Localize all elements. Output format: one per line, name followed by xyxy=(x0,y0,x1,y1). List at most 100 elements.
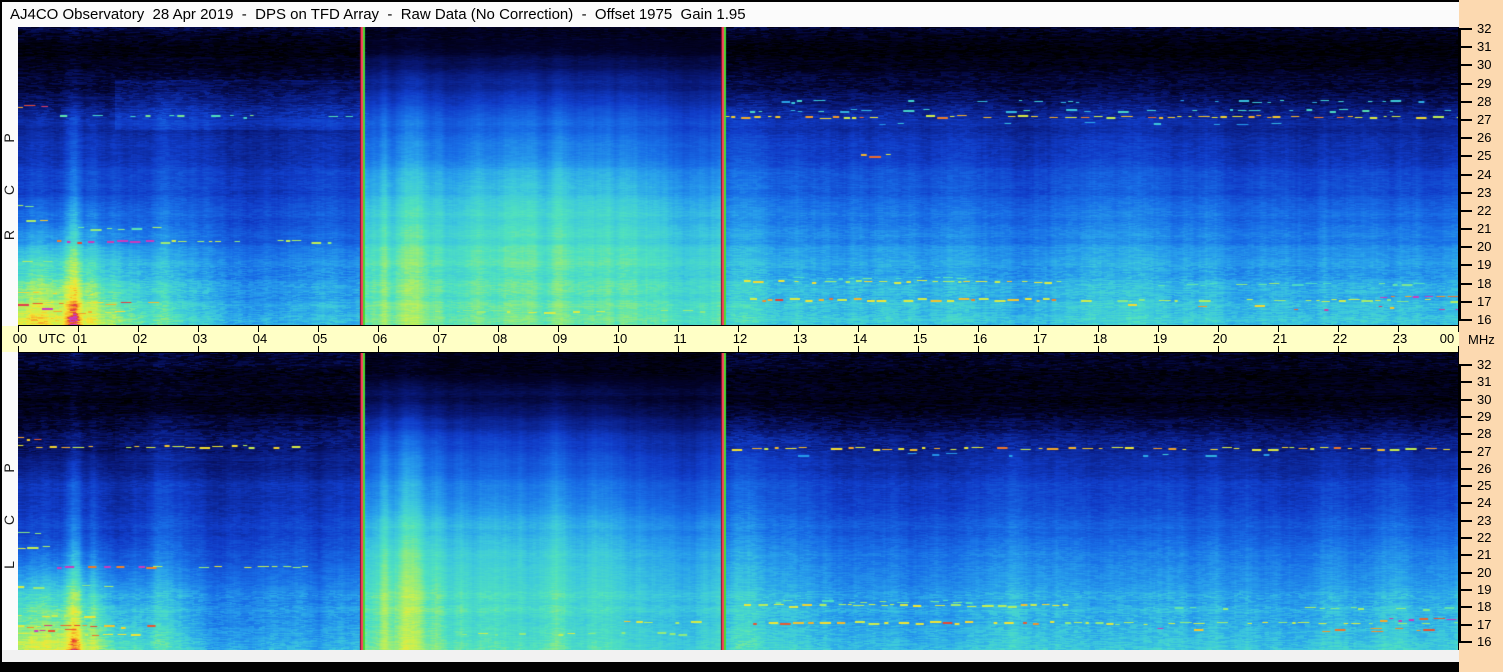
time-tick xyxy=(1278,346,1279,352)
frequency-label: 19 xyxy=(1477,257,1492,273)
time-tick xyxy=(678,346,679,352)
frequency-label: 30 xyxy=(1477,391,1492,407)
frequency-label: 26 xyxy=(1477,130,1492,146)
frequency-label: 17 xyxy=(1477,293,1492,309)
polarization-letter: P xyxy=(1,133,17,143)
time-tick xyxy=(1338,346,1339,352)
time-label: 02 xyxy=(132,331,148,346)
time-label: 20 xyxy=(1212,331,1228,346)
frequency-tick xyxy=(1459,46,1472,49)
frequency-tick xyxy=(1459,118,1472,121)
time-tick xyxy=(318,346,319,352)
frequency-tick xyxy=(1459,554,1472,557)
time-axis: 00 01 02 03 04 05 06 07 08 09 10 11 12 13 14 15 16 17 18 19… xyxy=(2,326,1459,352)
time-tick xyxy=(138,346,139,352)
time-tick xyxy=(558,346,559,352)
frequency-label: 32 xyxy=(1477,357,1492,372)
bottom-margin xyxy=(2,650,1459,662)
frequency-tick xyxy=(1459,319,1472,322)
time-tick xyxy=(618,346,619,352)
time-tick xyxy=(438,346,439,352)
time-label: 22 xyxy=(1332,331,1348,346)
time-label: 07 xyxy=(432,331,448,346)
frequency-tick xyxy=(1459,28,1472,30)
frequency-label: 28 xyxy=(1477,93,1492,109)
time-label: 12 xyxy=(732,331,748,346)
frequency-label: 18 xyxy=(1477,275,1492,291)
polarization-letter: R xyxy=(1,229,17,241)
frequency-label: 20 xyxy=(1477,564,1492,580)
frequency-tick xyxy=(1459,155,1472,158)
frequency-label: 22 xyxy=(1477,202,1492,218)
lcp-spectrogram xyxy=(18,353,1458,650)
frequency-label: 22 xyxy=(1477,530,1492,546)
time-label: 14 xyxy=(852,331,868,346)
time-label: 17 xyxy=(1032,331,1048,346)
time-tick xyxy=(858,346,859,352)
frequency-tick xyxy=(1459,571,1472,574)
frequency-label: 29 xyxy=(1477,408,1492,424)
time-label: 00 xyxy=(12,331,28,346)
time-label: 09 xyxy=(552,331,568,346)
frequency-label: 27 xyxy=(1477,111,1492,127)
frequency-label: 20 xyxy=(1477,239,1492,255)
time-label: 01 xyxy=(72,331,88,346)
frequency-label: 30 xyxy=(1477,57,1492,73)
utc-unit-label: UTC xyxy=(38,331,66,346)
frequency-tick xyxy=(1459,64,1472,67)
time-label: 23 xyxy=(1392,331,1408,346)
time-label: 08 xyxy=(492,331,508,346)
time-tick xyxy=(78,346,79,352)
time-tick xyxy=(1218,346,1219,352)
frequency-tick xyxy=(1459,537,1472,540)
frequency-label: 17 xyxy=(1477,616,1492,632)
time-tick xyxy=(738,346,739,352)
frequency-tick xyxy=(1459,300,1472,303)
time-label: 21 xyxy=(1272,331,1288,346)
frequency-label: 27 xyxy=(1477,443,1492,459)
time-tick xyxy=(798,346,799,352)
frequency-tick xyxy=(1459,606,1472,609)
polarization-letter: L xyxy=(1,561,17,569)
frequency-label: 25 xyxy=(1477,478,1492,494)
frequency-tick xyxy=(1459,381,1472,384)
frequency-tick xyxy=(1459,589,1472,592)
frequency-tick xyxy=(1459,502,1472,505)
frequency-tick xyxy=(1459,364,1472,366)
frequency-label: 32 xyxy=(1477,21,1492,36)
frequency-label: 16 xyxy=(1477,633,1492,649)
time-tick xyxy=(978,346,979,352)
polarization-letter: P xyxy=(1,463,17,473)
frequency-label: 29 xyxy=(1477,75,1492,91)
time-tick xyxy=(378,346,379,352)
time-label: 04 xyxy=(252,331,268,346)
polarization-letter: C xyxy=(1,184,17,196)
frequency-tick xyxy=(1459,137,1472,140)
frequency-label: 24 xyxy=(1477,495,1492,511)
frequency-label: 24 xyxy=(1477,166,1492,182)
time-tick xyxy=(18,346,19,352)
frequency-tick xyxy=(1459,282,1472,285)
time-label: 16 xyxy=(972,331,988,346)
frequency-tick xyxy=(1459,191,1472,194)
frequency-tick xyxy=(1459,640,1472,643)
frequency-scale: 32 31 30 29 28 27 26 25 24 23 22 21 20 19 18 17 16 32 31 30… xyxy=(1459,0,1503,672)
frequency-label: 21 xyxy=(1477,547,1492,563)
time-label: 06 xyxy=(372,331,388,346)
frequency-label: 21 xyxy=(1477,221,1492,237)
time-tick xyxy=(1098,346,1099,352)
frequency-label: 19 xyxy=(1477,582,1492,598)
frequency-tick xyxy=(1459,433,1472,436)
frequency-tick xyxy=(1459,100,1472,103)
frequency-tick xyxy=(1459,173,1472,176)
frequency-tick xyxy=(1459,519,1472,522)
mhz-unit-label: MHz xyxy=(1468,332,1495,347)
time-tick xyxy=(918,346,919,352)
page-title: AJ4CO Observatory 28 Apr 2019 - DPS on T… xyxy=(10,6,746,23)
frequency-label: 23 xyxy=(1477,512,1492,528)
frequency-tick xyxy=(1459,398,1472,401)
time-tick xyxy=(198,346,199,352)
frequency-label: 25 xyxy=(1477,148,1492,164)
frequency-tick xyxy=(1459,228,1472,231)
time-label: 18 xyxy=(1092,331,1108,346)
